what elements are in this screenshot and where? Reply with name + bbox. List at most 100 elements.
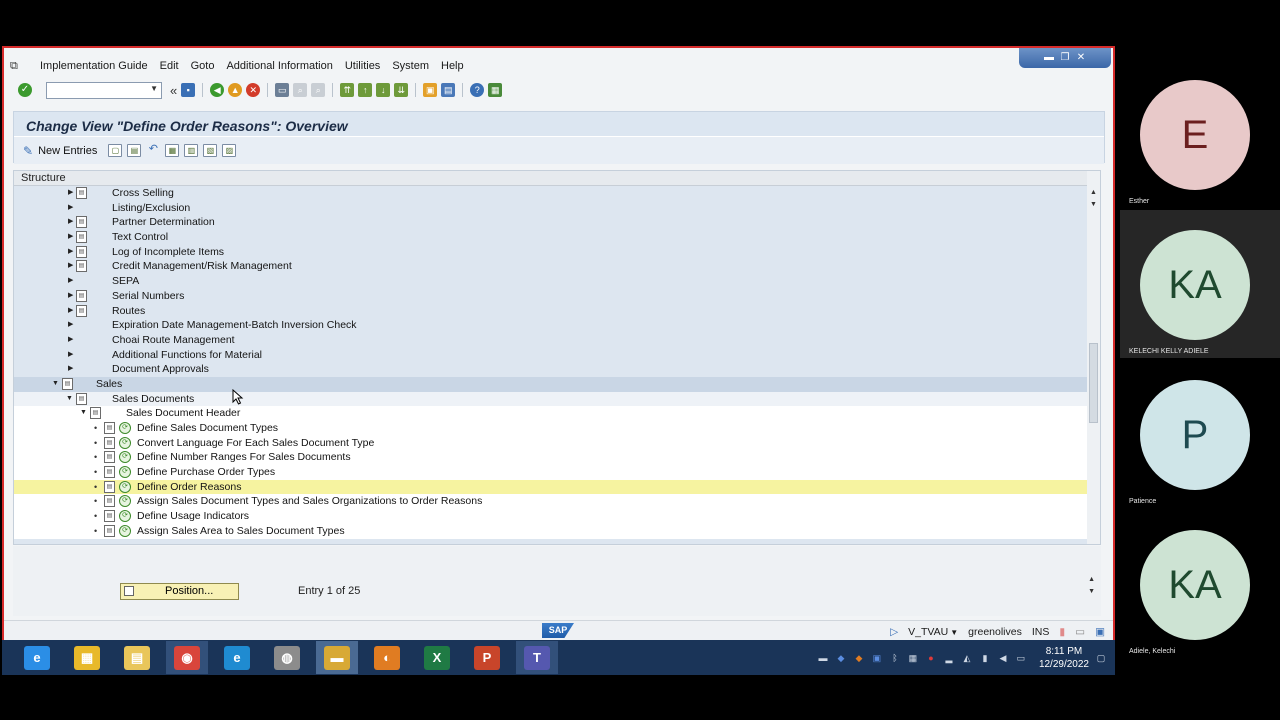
taskbar-app-powerpoint[interactable]: P: [466, 641, 508, 674]
tree-node-label[interactable]: Define Number Ranges For Sales Documents: [137, 450, 351, 465]
tray-app-icon[interactable]: ▣: [871, 652, 883, 664]
battery-icon[interactable]: ▮: [979, 652, 991, 664]
documentation-icon[interactable]: ▤: [76, 289, 87, 302]
expand-right-icon[interactable]: ▶: [68, 289, 73, 304]
tree-node[interactable]: ▼ ▤ Sales Document Header: [14, 406, 1088, 421]
tree-node[interactable]: ▶ ▤ Log of Incomplete Items: [14, 245, 1088, 260]
tree-node-label[interactable]: Choai Route Management: [112, 333, 235, 348]
taskbar-app-app-orange[interactable]: ◐: [366, 641, 408, 674]
tree-node[interactable]: ▶ Expiration Date Management-Batch Invers…: [14, 318, 1088, 333]
expand-right-icon[interactable]: ▶: [68, 348, 73, 363]
expand-right-icon[interactable]: ▶: [68, 245, 73, 260]
tree-node-label[interactable]: Additional Functions for Material: [112, 348, 262, 363]
scroll-thumb[interactable]: [1089, 343, 1098, 423]
tree-node[interactable]: • ▤ ⟳ Define Number Ranges For Sales Docume…: [14, 450, 1088, 466]
input-method-icon[interactable]: ▭: [1015, 652, 1027, 664]
expand-right-icon[interactable]: ▶: [68, 333, 73, 348]
collapse-down-icon[interactable]: ▼: [66, 392, 73, 407]
tray-app-icon[interactable]: ▦: [907, 652, 919, 664]
participant-tile[interactable]: P Patience: [1120, 360, 1280, 508]
help-icon[interactable]: ?: [470, 83, 485, 97]
documentation-icon[interactable]: ▤: [104, 451, 115, 464]
tree-node-label[interactable]: Assign Sales Area to Sales Document Type…: [137, 524, 345, 539]
network-icon[interactable]: ▂: [943, 652, 955, 664]
documentation-icon[interactable]: ▤: [104, 422, 115, 434]
expand-right-icon[interactable]: ▶: [68, 215, 73, 230]
close-icon[interactable]: ✕: [1074, 52, 1088, 64]
tree-node[interactable]: • ▤ ⟳ Convert Language For Each Sales Docum…: [14, 435, 1088, 451]
volume-icon[interactable]: ◀: [997, 652, 1009, 664]
execute-activity-icon[interactable]: ⟳: [119, 436, 131, 449]
tree-node-label[interactable]: Partner Determination: [112, 215, 215, 230]
menu-system[interactable]: System: [392, 60, 429, 72]
tree-node[interactable]: • ▤ ⟳ Define Purchase Order Types: [14, 465, 1088, 480]
scroll-down-icon[interactable]: ▼: [1090, 201, 1097, 208]
menu-goto[interactable]: Goto: [191, 60, 215, 72]
tree-node-label[interactable]: Define Order Reasons: [137, 480, 241, 495]
chevron-down-icon[interactable]: ▼: [150, 84, 158, 93]
details-icon[interactable]: ▨: [222, 144, 237, 157]
taskbar-app-sap-logon[interactable]: ◍: [266, 641, 308, 674]
minimize-icon[interactable]: ▬: [1042, 52, 1056, 64]
find-icon[interactable]: ⌕: [293, 83, 308, 97]
documentation-icon[interactable]: ▤: [104, 524, 115, 537]
tree-node-label[interactable]: Credit Management/Risk Management: [112, 259, 292, 274]
menu-edit[interactable]: Edit: [160, 60, 179, 72]
documentation-icon[interactable]: ▤: [76, 187, 87, 199]
transaction-code[interactable]: V_TVAU: [908, 626, 948, 638]
tree-node[interactable]: ▼ ▤ Sales: [14, 376, 1088, 392]
tree-node-label[interactable]: Sales: [96, 377, 122, 392]
tree-node-label[interactable]: Sales Documents: [112, 392, 194, 407]
documentation-icon[interactable]: ▤: [104, 436, 115, 449]
collapse-down-icon[interactable]: ▼: [80, 406, 87, 421]
tree-node-label[interactable]: SEPA: [112, 274, 139, 289]
find-next-icon[interactable]: ⌕: [311, 83, 326, 97]
exit-icon[interactable]: ▲: [228, 83, 243, 97]
notification-icon[interactable]: ▢: [1095, 652, 1107, 664]
tree-node[interactable]: ▶ ▤ Credit Management/Risk Management: [14, 259, 1088, 274]
tree-node-label[interactable]: Log of Incomplete Items: [112, 245, 224, 260]
expand-right-icon[interactable]: ▶: [68, 201, 73, 216]
execute-activity-icon[interactable]: ⟳: [119, 495, 131, 508]
tree-node[interactable]: • ▤ ⟳ Define Sales Document Types: [14, 421, 1088, 436]
taskbar-app-internet-explorer[interactable]: e: [16, 641, 58, 674]
documentation-icon[interactable]: ▤: [76, 304, 87, 317]
tree-node-label[interactable]: Expiration Date Management-Batch Inversi…: [112, 318, 357, 333]
execute-activity-icon[interactable]: ⟳: [119, 451, 131, 464]
documentation-icon[interactable]: ▤: [62, 377, 73, 390]
restore-icon[interactable]: ❐: [1058, 52, 1072, 64]
new-session-icon[interactable]: ▣: [423, 83, 438, 97]
tree-node-label[interactable]: Listing/Exclusion: [112, 201, 190, 216]
tray-record-icon[interactable]: ●: [925, 652, 937, 664]
tree-node[interactable]: ▶ ▤ Routes: [14, 304, 1088, 319]
save-icon[interactable]: ▪: [181, 83, 196, 97]
documentation-icon[interactable]: ▤: [104, 480, 115, 493]
tree-node[interactable]: ▶ Additional Functions for Material: [14, 348, 1088, 363]
documentation-icon[interactable]: ▤: [90, 407, 101, 420]
tree-node-label[interactable]: Convert Language For Each Sales Document…: [137, 436, 374, 451]
documentation-icon[interactable]: ▤: [104, 466, 115, 479]
tree-node[interactable]: ▶ Document Approvals: [14, 362, 1088, 377]
tree-node-label[interactable]: Define Purchase Order Types: [137, 465, 275, 480]
scroll-up-icon[interactable]: ▲: [1090, 189, 1097, 196]
execute-activity-icon[interactable]: ⟳: [119, 510, 131, 523]
taskbar-app-file-explorer[interactable]: ▤: [116, 641, 158, 674]
tree-node[interactable]: • ▤ ⟳ Define Usage Indicators: [14, 509, 1088, 524]
tree-node[interactable]: ▼ ▤ Sales Documents: [14, 391, 1088, 407]
menu-help[interactable]: Help: [441, 60, 464, 72]
taskbar-app-excel[interactable]: X: [416, 641, 458, 674]
back-double-chevron-icon[interactable]: «: [170, 83, 177, 98]
tree-node[interactable]: • ▤ ⟳ Assign Sales Document Types and Sales…: [14, 494, 1088, 510]
tree-node[interactable]: ▶ ▤ Text Control: [14, 230, 1088, 245]
tray-app-icon[interactable]: ◆: [853, 652, 865, 664]
tree-node-label[interactable]: Document Approvals: [112, 362, 209, 377]
execute-activity-icon[interactable]: ⟳: [119, 466, 131, 479]
documentation-icon[interactable]: ▤: [76, 231, 87, 244]
participant-tile[interactable]: KA KELECHI KELLY ADIELE: [1120, 210, 1280, 358]
tree-node-label[interactable]: Cross Selling: [112, 186, 174, 201]
taskbar-clock[interactable]: 8:11 PM 12/29/2022: [1039, 645, 1089, 671]
taskbar-app-teams[interactable]: T: [516, 641, 558, 674]
edit-pencil-icon[interactable]: ✎: [23, 144, 33, 158]
collapse-down-icon[interactable]: ▼: [52, 377, 59, 392]
expand-right-icon[interactable]: ▶: [68, 318, 73, 333]
